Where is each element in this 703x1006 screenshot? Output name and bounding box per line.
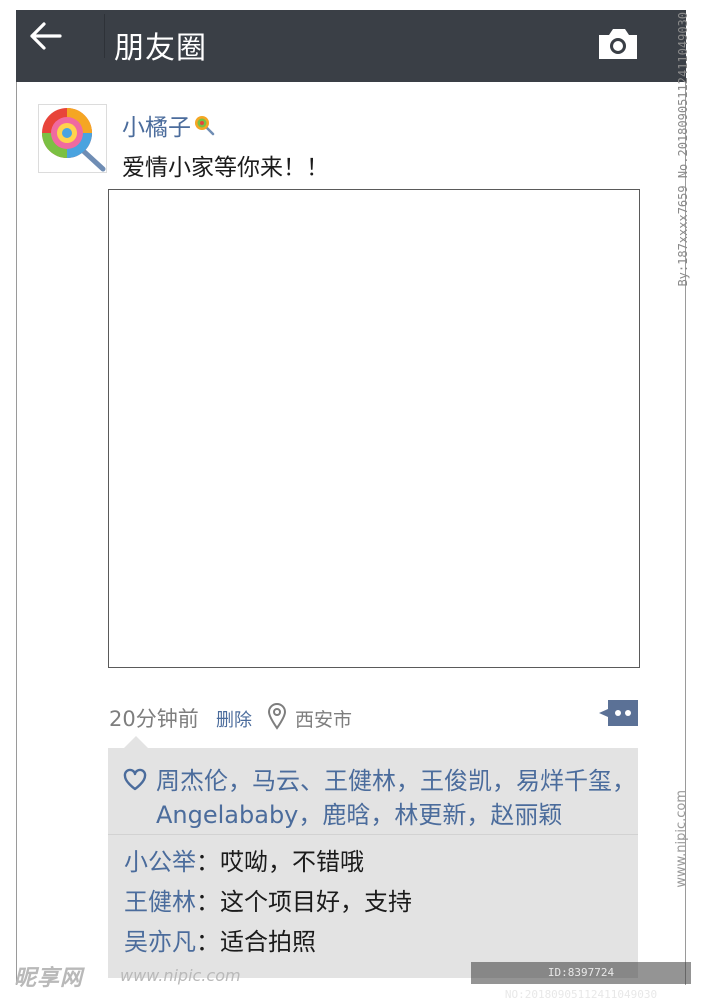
location-pin-icon <box>267 703 287 730</box>
comment-separator: ： <box>196 928 220 956</box>
watermark-url: www.nipic.com <box>120 966 241 985</box>
post-text: 爱情小家等你来！！ <box>122 155 329 181</box>
comment-text: 这个项目好，支持 <box>220 888 412 916</box>
comment-item: 吴亦凡：适合拍照 <box>124 926 316 958</box>
heart-icon <box>123 768 147 791</box>
avatar[interactable] <box>38 104 107 173</box>
comment-separator: ： <box>196 888 220 916</box>
watermark-logo: 昵享网 <box>14 966 84 991</box>
side-watermark-text: By:187xxxx7659 No.20180905112411049030 <box>676 12 690 287</box>
comment-author[interactable]: 小公举 <box>124 848 196 876</box>
comment-separator: ： <box>196 848 220 876</box>
post-time: 20分钟前 <box>109 707 199 731</box>
comment-item: 王健林：这个项目好，支持 <box>124 886 412 918</box>
side-watermark-url-text: www.nipic.com <box>674 790 689 888</box>
comment-item: 小公举：哎呦，不错哦 <box>124 846 364 878</box>
arrow-left-icon <box>30 22 62 50</box>
watermark-id: ID:8397724 NO:20180905112411049030 <box>471 962 691 1001</box>
camera-icon <box>599 29 637 59</box>
post-location[interactable]: 西安市 <box>295 705 352 732</box>
delete-link[interactable]: 删除 <box>216 706 252 732</box>
comment-author[interactable]: 王健林 <box>124 888 196 916</box>
comment-dots-icon <box>599 700 638 726</box>
lollipop-badge-icon <box>195 116 215 136</box>
likes-list[interactable]: 周杰伦，马云、王健林，王俊凯，易烊千玺，Angelababy，鹿晗，林更新，赵丽… <box>156 764 636 832</box>
back-button[interactable] <box>26 18 66 54</box>
side-watermark: By:187xxxx7659 No.20180905112411049030 <box>676 12 696 352</box>
comment-button[interactable] <box>598 698 640 728</box>
likes-divider <box>108 834 638 835</box>
camera-button[interactable] <box>596 26 640 62</box>
comment-text: 哎呦，不错哦 <box>220 848 364 876</box>
comment-author[interactable]: 吴亦凡 <box>124 928 196 956</box>
interaction-box-pointer <box>124 736 148 748</box>
post-author[interactable]: 小橘子 <box>122 108 215 142</box>
post-photo[interactable] <box>108 189 640 668</box>
comment-text: 适合拍照 <box>220 928 316 956</box>
lollipop-avatar-icon <box>42 108 106 172</box>
side-watermark-url: www.nipic.com <box>674 790 696 990</box>
username[interactable]: 小橘子 <box>122 108 191 142</box>
header-divider <box>104 14 105 58</box>
page-title: 朋友圈 <box>114 31 207 66</box>
